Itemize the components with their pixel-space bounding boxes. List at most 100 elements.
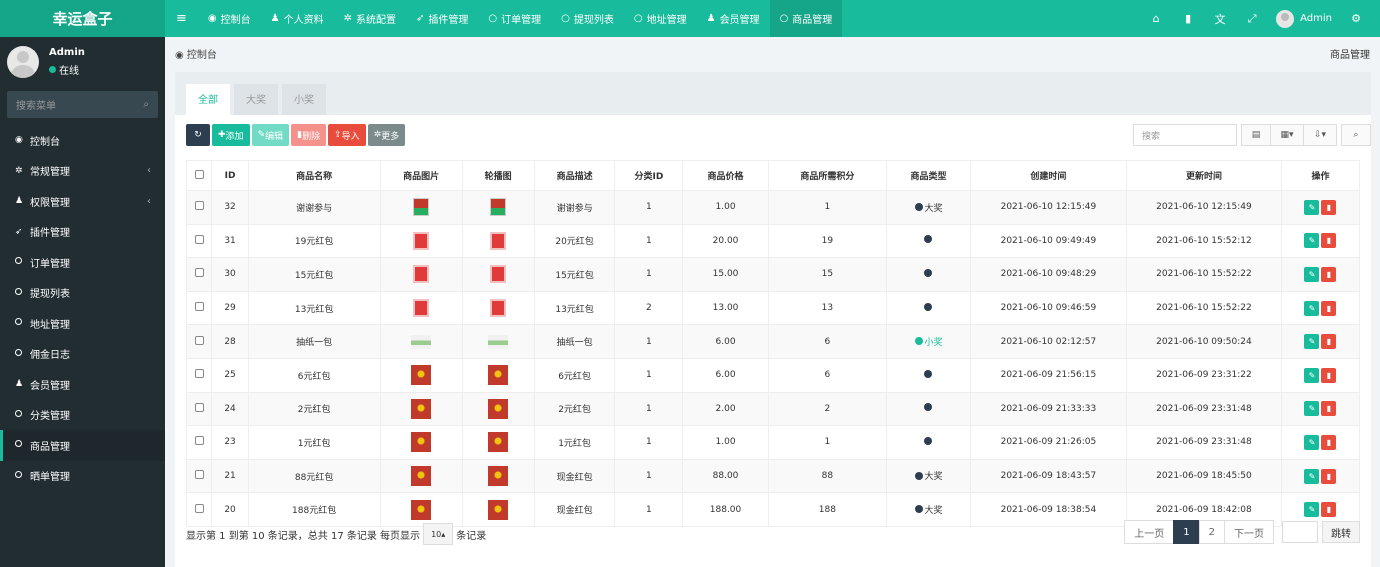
trash-icon[interactable]: ▮	[1172, 12, 1204, 25]
next-page-button[interactable]: 下一页	[1224, 520, 1274, 544]
sidebar-item-commission[interactable]: 佣金日志	[0, 339, 165, 370]
user-menu[interactable]: Admin	[1276, 9, 1332, 28]
carousel-image[interactable]	[490, 231, 507, 250]
sidebar-item-members[interactable]: ♟ 会员管理	[0, 369, 165, 400]
edit-row-button[interactable]: ✎	[1304, 468, 1320, 484]
delete-row-button[interactable]: ▮	[1321, 300, 1337, 316]
row-checkbox[interactable]	[194, 436, 204, 446]
sidebar-item-withdrawals[interactable]: 提现列表	[0, 278, 165, 309]
edit-row-button[interactable]: ✎	[1304, 300, 1320, 316]
delete-button[interactable]: ▮ 删除	[291, 124, 327, 146]
carousel-image[interactable]	[488, 466, 509, 487]
menu-toggle-icon[interactable]: ≡	[165, 0, 198, 37]
row-checkbox-cell[interactable]	[185, 458, 213, 494]
row-checkbox[interactable]	[194, 335, 204, 345]
table-search-input[interactable]: 搜索	[1133, 124, 1237, 146]
topnav-item-profile[interactable]: ♟ 个人资料	[261, 0, 334, 37]
prev-page-button[interactable]: 上一页	[1124, 520, 1175, 544]
carousel-image[interactable]	[488, 432, 509, 453]
sidebar-item-products[interactable]: 商品管理	[0, 430, 165, 461]
row-checkbox-cell[interactable]	[185, 425, 213, 460]
page-size-select[interactable]: 10 ▴	[423, 523, 454, 545]
carousel-image[interactable]	[488, 398, 509, 419]
search-icon[interactable]: ⌕	[143, 99, 149, 110]
delete-row-button[interactable]: ▮	[1321, 233, 1337, 249]
sidebar-item-plugins[interactable]: ➶ 插件管理	[0, 217, 165, 248]
tab-small-prize[interactable]: 小奖	[282, 84, 326, 115]
select-all-checkbox-cell[interactable]	[185, 160, 213, 191]
columns-button[interactable]: ▦▾	[1270, 124, 1304, 146]
sidebar-search-input[interactable]: 搜索菜单 ⌕	[7, 91, 158, 118]
carousel-image[interactable]	[490, 299, 507, 318]
carousel-image[interactable]	[488, 334, 509, 349]
product-image[interactable]	[413, 265, 430, 284]
toggle-view-button[interactable]: ▤	[1241, 124, 1271, 146]
delete-row-button[interactable]: ▮	[1321, 334, 1337, 350]
topnav-item-plugins[interactable]: ➶ 插件管理	[406, 0, 478, 37]
row-checkbox-cell[interactable]	[185, 290, 213, 326]
tab-grand-prize[interactable]: 大奖	[234, 84, 278, 115]
product-image[interactable]	[411, 432, 432, 453]
home-icon[interactable]: ⌂	[1140, 12, 1172, 25]
row-checkbox[interactable]	[194, 201, 204, 211]
product-image[interactable]	[413, 198, 430, 217]
page-1-button[interactable]: 1	[1173, 520, 1200, 544]
row-checkbox[interactable]	[194, 268, 204, 278]
edit-row-button[interactable]: ✎	[1304, 502, 1320, 518]
carousel-image[interactable]	[488, 365, 509, 386]
edit-row-button[interactable]: ✎	[1304, 434, 1320, 450]
jump-button[interactable]: 跳转	[1322, 521, 1360, 543]
row-checkbox-cell[interactable]	[185, 357, 213, 393]
sidebar-item-general[interactable]: ✲ 常规管理 ‹	[0, 156, 165, 187]
delete-row-button[interactable]: ▮	[1321, 367, 1337, 383]
row-checkbox-cell[interactable]	[185, 391, 213, 427]
edit-row-button[interactable]: ✎	[1304, 199, 1320, 215]
topnav-item-products[interactable]: ○ 商品管理	[769, 0, 843, 37]
col-created[interactable]: 创建时间	[969, 160, 1127, 191]
topnav-item-config[interactable]: ✲ 系统配置	[334, 0, 406, 37]
delete-row-button[interactable]: ▮	[1321, 266, 1337, 282]
col-category[interactable]: 分类ID	[614, 160, 684, 191]
page-2-button[interactable]: 2	[1198, 520, 1225, 544]
row-checkbox[interactable]	[194, 470, 204, 480]
cogs-icon[interactable]: ⚙	[1340, 12, 1372, 25]
col-type[interactable]: 商品类型	[886, 160, 971, 191]
import-button[interactable]: ⇪ 导入	[328, 124, 366, 146]
row-checkbox-cell[interactable]	[185, 324, 213, 359]
edit-row-button[interactable]: ✎	[1304, 266, 1320, 282]
sidebar-item-categories[interactable]: 分类管理	[0, 400, 165, 431]
row-checkbox-cell[interactable]	[185, 223, 213, 259]
row-checkbox[interactable]	[194, 369, 204, 379]
sidebar-item-orders[interactable]: 订单管理	[0, 247, 165, 278]
product-image[interactable]	[411, 499, 432, 520]
edit-row-button[interactable]: ✎	[1304, 233, 1320, 249]
row-checkbox[interactable]	[194, 302, 204, 312]
row-checkbox[interactable]	[194, 503, 204, 513]
row-checkbox-cell[interactable]	[185, 190, 213, 225]
col-name[interactable]: 商品名称	[247, 160, 381, 191]
delete-row-button[interactable]: ▮	[1321, 468, 1337, 484]
product-image[interactable]	[413, 299, 430, 318]
delete-row-button[interactable]: ▮	[1321, 199, 1337, 215]
row-checkbox-cell[interactable]	[185, 257, 213, 292]
product-image[interactable]	[411, 466, 432, 487]
jump-page-input[interactable]	[1282, 521, 1318, 543]
app-logo[interactable]: 幸运盒子	[0, 0, 165, 37]
edit-button[interactable]: ✎ 编辑	[251, 124, 290, 146]
breadcrumb-home[interactable]: ◉ 控制台	[175, 46, 217, 61]
row-checkbox[interactable]	[194, 234, 204, 244]
carousel-image[interactable]	[488, 499, 509, 520]
carousel-image[interactable]	[490, 265, 507, 284]
product-image[interactable]	[411, 398, 432, 419]
delete-row-button[interactable]: ▮	[1321, 502, 1337, 518]
refresh-button[interactable]: ↻	[186, 124, 210, 146]
topnav-item-dashboard[interactable]: ◉ 控制台	[198, 0, 261, 37]
search-button[interactable]: ⌕	[1341, 124, 1371, 146]
col-updated[interactable]: 更新时间	[1125, 160, 1282, 191]
topnav-item-address[interactable]: ○ 地址管理	[624, 0, 697, 37]
product-image[interactable]	[411, 334, 432, 349]
sidebar-item-address[interactable]: 地址管理	[0, 308, 165, 339]
col-points[interactable]: 商品所需积分	[767, 160, 888, 191]
carousel-image[interactable]	[490, 198, 507, 217]
delete-row-button[interactable]: ▮	[1321, 401, 1337, 417]
